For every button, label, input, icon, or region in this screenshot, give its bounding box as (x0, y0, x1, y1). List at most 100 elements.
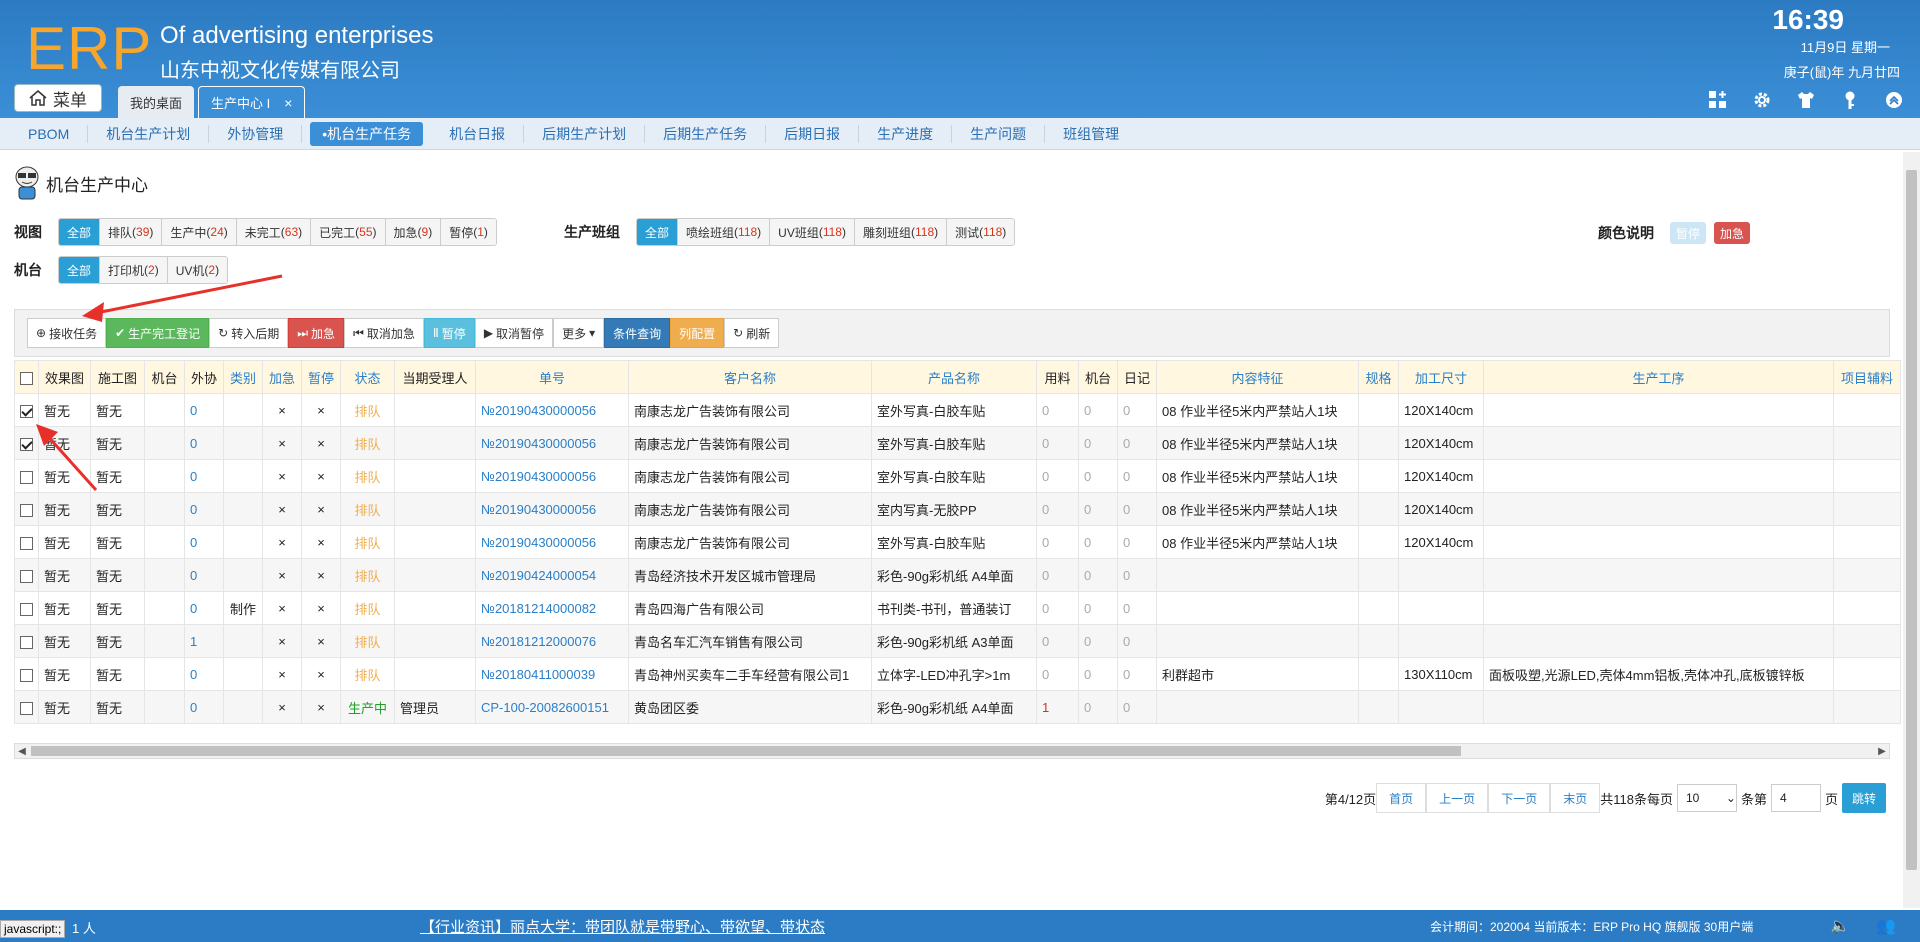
nav-machine-task[interactable]: •机台生产任务 (310, 121, 424, 146)
team-option-engrave[interactable]: 雕刻班组(118) (854, 219, 948, 245)
cell-order-number[interactable]: №20190430000056 (475, 525, 629, 559)
table-row[interactable]: 暂无 暂无 1 × × 排队 №20181212000076 青岛名车汇汽车销售有限公司 彩色-… (14, 624, 1901, 658)
cell-outsource[interactable]: 0 (184, 525, 224, 559)
page-number-input[interactable]: 4 (1770, 784, 1821, 812)
column-header[interactable]: 施工图 (90, 360, 145, 394)
news-link[interactable]: 【行业资讯】丽点大学：带团队就是带野心、带欲望、带状态 (420, 916, 825, 937)
view-option-producing[interactable]: 生产中(24) (162, 219, 237, 245)
nav-post-task[interactable]: 后期生产任务 (645, 124, 767, 143)
cell-outsource[interactable]: 0 (184, 657, 224, 691)
urgent-button[interactable]: ⏭ 加急 (288, 318, 345, 348)
view-option-queued[interactable]: 排队(39) (100, 219, 163, 245)
table-row[interactable]: 暂无 暂无 0 × × 排队 №20190430000056 南康志龙广告装饰有限公司 室外写真… (14, 393, 1901, 427)
cell-outsource[interactable]: 1 (184, 624, 224, 658)
row-checkbox[interactable] (20, 437, 33, 451)
cell-order-number[interactable]: №20180411000039 (475, 657, 629, 691)
view-option-unfinished[interactable]: 未完工(63) (236, 219, 312, 245)
cell-outsource[interactable]: 0 (184, 393, 224, 427)
prev-page-button[interactable]: 上一页 (1426, 783, 1489, 813)
row-select-cell[interactable] (14, 492, 39, 526)
first-page-button[interactable]: 首页 (1376, 783, 1427, 813)
nav-machine-plan[interactable]: 机台生产计划 (88, 124, 210, 143)
row-select-cell[interactable] (14, 624, 39, 658)
select-all-checkbox[interactable] (20, 371, 33, 385)
column-header[interactable]: 机台 (1078, 360, 1118, 394)
column-header[interactable]: 加急 (262, 360, 302, 394)
horizontal-scrollbar[interactable]: ◀ ▶ (14, 743, 1890, 759)
cell-order-number[interactable]: №20181212000076 (475, 624, 629, 658)
row-checkbox[interactable] (20, 635, 33, 649)
cell-outsource[interactable]: 0 (184, 459, 224, 493)
column-header[interactable]: 客户名称 (628, 360, 872, 394)
column-header[interactable]: 当期受理人 (394, 360, 476, 394)
speaker-icon[interactable]: 🔈 (1830, 916, 1850, 936)
team-option-spray[interactable]: 喷绘班组(118) (678, 219, 771, 245)
table-row[interactable]: 暂无 暂无 0 × × 排队 №20190430000056 南康志龙广告装饰有限公司 室外写真… (14, 426, 1901, 460)
column-header[interactable]: 类别 (223, 360, 263, 394)
column-header[interactable]: 日记 (1117, 360, 1157, 394)
cell-outsource[interactable]: 0 (184, 591, 224, 625)
row-checkbox[interactable] (20, 470, 33, 484)
row-select-cell[interactable] (14, 426, 39, 460)
scroll-left-icon[interactable]: ◀ (15, 744, 29, 758)
row-checkbox[interactable] (20, 536, 33, 550)
column-header[interactable]: 用料 (1036, 360, 1079, 394)
row-select-cell[interactable] (14, 393, 39, 427)
table-row[interactable]: 暂无 暂无 0 制作 × × 排队 №20181214000082 青岛四海广告有限公司 书刊类-… (14, 591, 1901, 625)
nav-machine-daily[interactable]: 机台日报 (431, 124, 525, 143)
team-option-uv[interactable]: UV班组(118) (770, 219, 855, 245)
row-checkbox[interactable] (20, 602, 33, 616)
menu-button[interactable]: 菜单 (14, 84, 102, 112)
column-header[interactable]: 状态 (340, 360, 395, 394)
next-page-button[interactable]: 下一页 (1488, 783, 1551, 813)
cell-order-number[interactable]: CP-100-20082600151 (475, 690, 629, 724)
users-icon[interactable]: 👥 (1876, 916, 1896, 936)
column-config-button[interactable]: 列配置 (670, 318, 725, 348)
cell-outsource[interactable]: 0 (184, 426, 224, 460)
machine-option-printer[interactable]: 打印机(2) (100, 257, 168, 283)
condition-query-button[interactable]: 条件查询 (604, 318, 671, 348)
vertical-scrollbar[interactable] (1903, 152, 1920, 908)
select-all-header[interactable] (14, 360, 39, 394)
row-checkbox[interactable] (20, 701, 33, 715)
row-select-cell[interactable] (14, 558, 39, 592)
column-header[interactable]: 加工尺寸 (1398, 360, 1484, 394)
close-icon[interactable]: × (284, 95, 292, 111)
row-select-cell[interactable] (14, 591, 39, 625)
view-option-all[interactable]: 全部 (59, 219, 101, 245)
column-header[interactable]: 产品名称 (871, 360, 1037, 394)
view-option-finished[interactable]: 已完工(55) (311, 219, 386, 245)
key-icon[interactable] (1838, 88, 1862, 112)
cell-order-number[interactable]: №20190430000056 (475, 492, 629, 526)
column-header[interactable]: 项目辅料 (1833, 360, 1901, 394)
machine-option-all[interactable]: 全部 (59, 257, 101, 283)
pause-button[interactable]: Ⅱ 暂停 (423, 318, 475, 348)
row-checkbox[interactable] (20, 668, 33, 682)
to-later-button[interactable]: ↻ 转入后期 (209, 318, 289, 348)
column-header[interactable]: 效果图 (38, 360, 91, 394)
row-select-cell[interactable] (14, 459, 39, 493)
finish-register-button[interactable]: ✔ 生产完工登记 (106, 318, 210, 348)
gear-icon[interactable] (1750, 88, 1774, 112)
table-row[interactable]: 暂无 暂无 0 × × 排队 №20190430000056 南康志龙广告装饰有限公司 室外写真… (14, 459, 1901, 493)
team-option-all[interactable]: 全部 (637, 219, 679, 245)
row-checkbox[interactable] (20, 569, 33, 583)
column-header[interactable]: 外协 (184, 360, 224, 394)
table-row[interactable]: 暂无 暂无 0 × × 排队 №20180411000039 青岛神州买卖车二手车经营有限公司… (14, 657, 1901, 691)
collapse-up-icon[interactable] (1882, 88, 1906, 112)
nav-progress[interactable]: 生产进度 (859, 124, 953, 143)
nav-team-management[interactable]: 班组管理 (1045, 125, 1137, 143)
table-row[interactable]: 暂无 暂无 0 × × 生产中 管理员 CP-100-20082600151 黄岛团区委 彩色-9… (14, 690, 1901, 724)
more-dropdown[interactable]: 更多 ▾ (553, 318, 605, 348)
column-header[interactable]: 机台 (144, 360, 185, 394)
tab-production-center[interactable]: 生产中心 I × (198, 86, 306, 118)
row-checkbox[interactable] (20, 404, 33, 418)
scroll-right-icon[interactable]: ▶ (1875, 744, 1889, 758)
cell-outsource[interactable]: 0 (184, 558, 224, 592)
cell-order-number[interactable]: №20181214000082 (475, 591, 629, 625)
row-select-cell[interactable] (14, 690, 39, 724)
nav-post-plan[interactable]: 后期生产计划 (524, 124, 646, 143)
grid-add-icon[interactable] (1706, 88, 1730, 112)
view-option-urgent[interactable]: 加急(9) (385, 219, 442, 245)
column-header[interactable]: 暂停 (301, 360, 341, 394)
